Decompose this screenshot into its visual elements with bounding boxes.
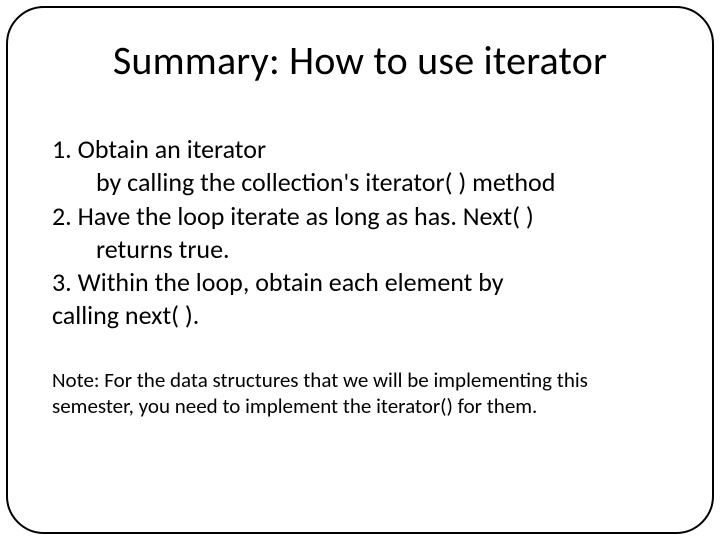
list-item-3-line1: 3. Within the loop, obtain each element … — [52, 266, 668, 299]
list-item-3-line2: calling next( ). — [52, 299, 668, 332]
slide-body: 1. Obtain an iterator by calling the col… — [52, 133, 668, 333]
list-item-1-line1: 1. Obtain an iterator — [52, 133, 668, 166]
slide-title: Summary: How to use iterator — [52, 36, 668, 85]
list-item-2-line1: 2. Have the loop iterate as long as has.… — [52, 200, 668, 233]
slide-note: Note: For the data structures that we wi… — [52, 367, 668, 421]
slide-frame: Summary: How to use iterator 1. Obtain a… — [6, 6, 714, 534]
list-item-2-line2: returns true. — [52, 233, 668, 266]
list-item-1-line2: by calling the collection's iterator( ) … — [52, 166, 668, 199]
note-line1: Note: For the data structures that we wi… — [52, 367, 668, 394]
note-line2: semester, you need to implement the iter… — [52, 393, 668, 420]
